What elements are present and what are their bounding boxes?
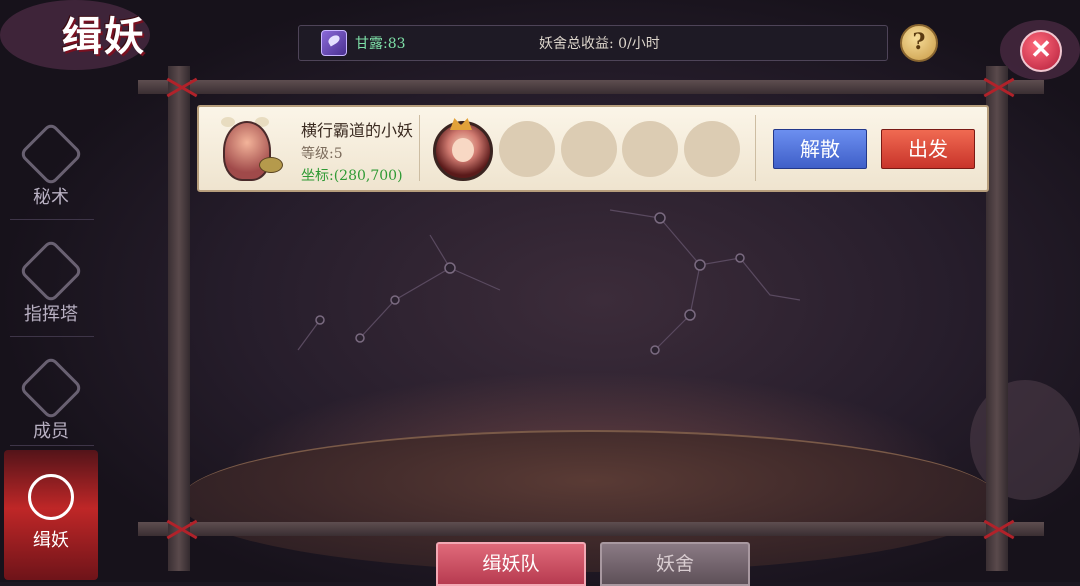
frame-beam-bottom bbox=[138, 522, 1044, 536]
sidebar-item-label: 缉妖 bbox=[33, 530, 69, 551]
sidebar-item-demon-hunt[interactable]: 缉妖 bbox=[4, 450, 98, 580]
sidebar-item-label: 指挥塔 bbox=[24, 304, 78, 325]
close-button[interactable]: ✕ bbox=[1020, 30, 1062, 72]
demon-hunt-icon bbox=[28, 474, 74, 520]
arena-platform bbox=[180, 430, 1000, 572]
rope-knot-icon bbox=[165, 78, 195, 98]
divider bbox=[755, 115, 756, 181]
nectar-amount: 甘露:83 bbox=[355, 36, 406, 52]
sidebar-item-label: 秘术 bbox=[33, 187, 69, 208]
command-tower-icon bbox=[18, 238, 84, 304]
divider bbox=[10, 445, 94, 446]
resource-bar: 甘露:83 妖舍总收益: 0/小时 bbox=[298, 25, 888, 61]
mystic-arts-icon bbox=[18, 121, 84, 187]
team-coordinates[interactable]: 坐标:(280,700) bbox=[301, 165, 403, 185]
team-card: 横行霸道的小妖 等级:5 坐标:(280,700) 解散 出发 bbox=[197, 105, 989, 192]
frame-post-right bbox=[986, 66, 1008, 571]
team-leader-avatar bbox=[207, 113, 283, 185]
depart-button[interactable]: 出发 bbox=[881, 129, 975, 169]
rope-knot-icon bbox=[165, 520, 195, 540]
sidebar-item-mystic-arts[interactable]: 秘术 bbox=[4, 115, 98, 227]
member-slot-empty[interactable] bbox=[561, 121, 617, 177]
member-slot-filled[interactable] bbox=[433, 118, 493, 181]
nectar-gem-icon bbox=[321, 30, 347, 56]
tab-demon-hunt-team[interactable]: 缉妖队 bbox=[436, 542, 586, 586]
tab-demon-lodge[interactable]: 妖舍 bbox=[600, 542, 750, 586]
frame-post-left bbox=[168, 66, 190, 571]
member-slot-empty[interactable] bbox=[622, 121, 678, 177]
sidebar: 秘术 指挥塔 成员 缉妖 bbox=[0, 95, 100, 582]
divider bbox=[10, 219, 94, 220]
total-income: 妖舍总收益: 0/小时 bbox=[539, 36, 660, 52]
sidebar-item-label: 成员 bbox=[33, 421, 69, 442]
help-button[interactable]: ? bbox=[900, 24, 938, 62]
rope-knot-icon bbox=[982, 78, 1012, 98]
frame-beam-top bbox=[138, 80, 1044, 94]
members-shield-icon bbox=[18, 355, 84, 421]
divider bbox=[10, 336, 94, 337]
disband-button[interactable]: 解散 bbox=[773, 129, 867, 169]
sidebar-item-command-tower[interactable]: 指挥塔 bbox=[4, 232, 98, 344]
page-title: 缉妖 bbox=[62, 13, 146, 60]
hero-portrait bbox=[452, 138, 474, 162]
member-slot-empty[interactable] bbox=[499, 121, 555, 177]
divider bbox=[419, 115, 420, 181]
club-icon bbox=[259, 157, 283, 173]
member-slot-empty[interactable] bbox=[684, 121, 740, 177]
team-level: 等级:5 bbox=[301, 146, 343, 162]
rope-knot-icon bbox=[982, 520, 1012, 540]
demon-figure bbox=[223, 121, 271, 181]
crown-icon bbox=[450, 118, 472, 130]
